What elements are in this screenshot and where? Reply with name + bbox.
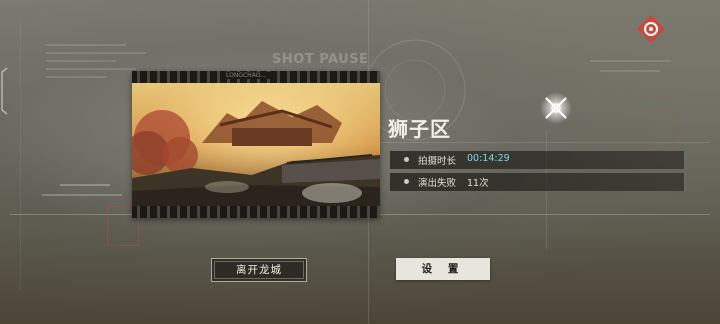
stat-label: 演出失败 bbox=[418, 178, 457, 189]
pause-screen: SHOT PAUSE LONGCHAO... 狮子区 拍摄时长 00:14:29… bbox=[0, 0, 720, 324]
stat-row-shooting-time: 拍摄时长 00:14:29 bbox=[390, 151, 686, 169]
seal-stamp-icon bbox=[642, 110, 674, 152]
decorative-text bbox=[46, 60, 116, 62]
decorative-text bbox=[60, 184, 110, 186]
glowing-crosshair-emblem-icon bbox=[540, 92, 572, 124]
decorative-text bbox=[42, 194, 122, 196]
screenshot-film-frame: LONGCHAO... bbox=[132, 71, 380, 218]
decorative-text bbox=[46, 76, 106, 78]
decorative-text bbox=[46, 44, 126, 46]
decorative-text bbox=[600, 70, 660, 72]
decorative-text bbox=[46, 52, 146, 54]
shot-pause-watermark: SHOT PAUSE bbox=[272, 52, 369, 67]
level-title: 狮子区 bbox=[388, 117, 451, 141]
divider-line bbox=[20, 20, 21, 290]
bullet-icon bbox=[404, 157, 409, 162]
stat-value: 11次 bbox=[467, 178, 489, 189]
red-target-badge-icon[interactable] bbox=[634, 12, 668, 46]
decorative-text bbox=[590, 60, 670, 62]
scene-screenshot bbox=[132, 83, 380, 206]
stat-row-failures: 演出失败 11次 bbox=[390, 173, 686, 191]
film-caption: LONGCHAO... bbox=[222, 72, 270, 79]
settings-button[interactable]: 设 置 bbox=[396, 258, 490, 280]
stat-label: 拍摄时长 bbox=[418, 156, 457, 167]
bullet-icon bbox=[404, 179, 409, 184]
leave-longcheng-button[interactable]: 离开龙城 bbox=[211, 258, 307, 282]
stat-value: 00:14:29 bbox=[467, 153, 510, 164]
film-strip-bottom bbox=[132, 206, 380, 218]
left-bracket-icon bbox=[1, 67, 8, 115]
decorative-text bbox=[46, 68, 136, 70]
